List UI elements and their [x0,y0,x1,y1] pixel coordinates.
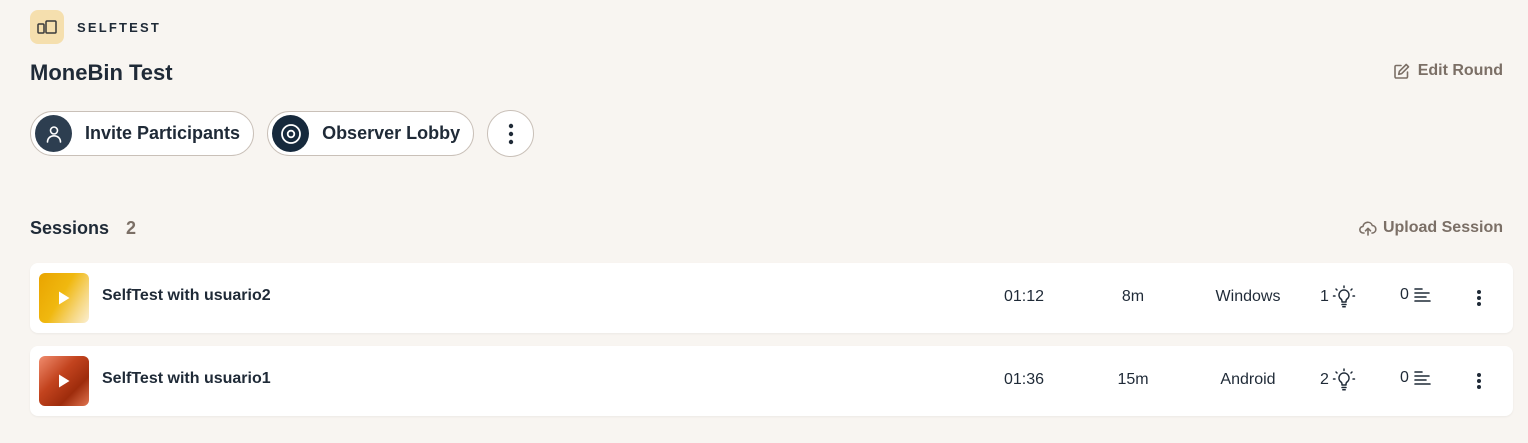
edit-round-button[interactable]: Edit Round [1393,62,1503,80]
action-bar: Invite Participants Observer Lobby [30,110,535,157]
insights-count: 2 [1320,371,1329,388]
session-name[interactable]: SelfTest with usuario1 [102,370,271,388]
session-os: Android [1220,371,1276,388]
session-insights: 2 [1320,368,1356,392]
more-actions-button[interactable] [487,110,535,157]
notes-lines-icon [1414,371,1431,385]
more-vertical-icon [1477,290,1481,306]
session-name[interactable]: SelfTest with usuario2 [102,287,271,305]
session-time: 01:12 [1003,288,1045,305]
sessions-title: Sessions [30,218,110,238]
brand-header: SELFTEST [30,10,161,44]
session-row[interactable]: SelfTest with usuario2 01:12 8m Windows … [30,263,1513,333]
notes-lines-icon [1414,288,1431,302]
play-thumbnail[interactable] [39,273,89,323]
session-os: Windows [1215,288,1281,305]
page-title: MoneBin Test [30,60,173,85]
upload-session-button[interactable]: Upload Session [1359,219,1503,237]
edit-icon [1393,63,1409,79]
more-vertical-icon [1477,373,1481,389]
observer-lobby-label: Observer Lobby [322,123,461,143]
upload-session-label: Upload Session [1382,219,1503,236]
edit-round-label: Edit Round [1417,62,1503,79]
sessions-count: 2 [126,218,137,238]
person-icon [35,115,72,152]
page: SELFTEST MoneBin Test Edit Round Invite … [0,0,1528,443]
cloud-upload-icon [1359,221,1377,236]
session-notes: 0 [1400,285,1432,305]
session-duration: 15m [1117,371,1149,388]
session-notes: 0 [1400,368,1432,388]
notes-count: 0 [1400,286,1409,303]
session-time: 01:36 [1003,371,1045,388]
invite-participants-button[interactable]: Invite Participants [30,111,255,156]
play-thumbnail[interactable] [39,356,89,406]
brand-name: SELFTEST [77,19,162,35]
observer-lobby-button[interactable]: Observer Lobby [267,111,475,156]
eye-icon [272,115,310,152]
lightbulb-icon [1332,368,1356,391]
notes-count: 0 [1400,369,1409,386]
session-row[interactable]: SelfTest with usuario1 01:36 15m Android… [30,346,1513,416]
session-insights: 1 [1320,285,1356,309]
session-more-button[interactable] [1467,285,1491,311]
sessions-header: Sessions 2 [30,218,136,239]
session-more-button[interactable] [1467,368,1491,394]
play-icon [59,291,70,305]
insights-count: 1 [1320,288,1329,305]
play-icon [59,374,70,388]
lightbulb-icon [1332,285,1356,308]
session-duration: 8m [1121,288,1145,305]
more-vertical-icon [508,123,513,144]
split-layout-icon[interactable] [30,10,64,44]
invite-participants-label: Invite Participants [85,123,241,143]
